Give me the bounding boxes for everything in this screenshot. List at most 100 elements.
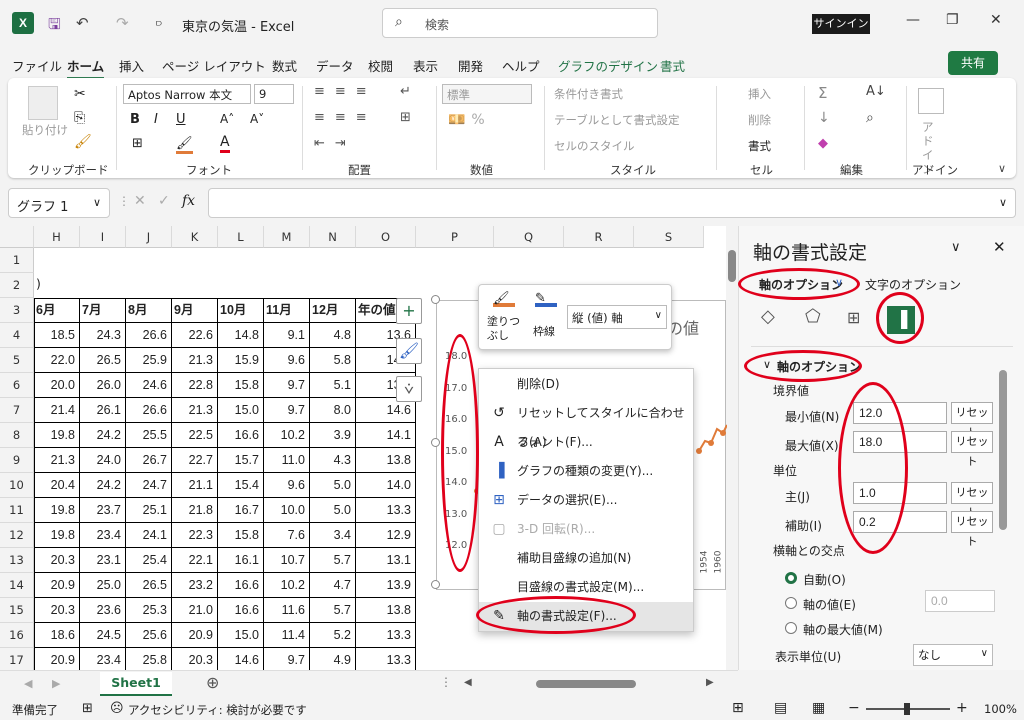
min-reset-button[interactable]: リセット xyxy=(951,402,993,439)
tab-data[interactable]: データ xyxy=(316,56,354,75)
paste-icon[interactable] xyxy=(28,86,58,120)
autosum-icon[interactable]: Σ xyxy=(818,84,827,102)
tab-chart-design[interactable]: グラフのデザイン xyxy=(558,56,658,75)
table-cell[interactable]: 14.0 xyxy=(356,473,416,498)
table-cell[interactable]: 15.4 xyxy=(218,473,264,498)
border-icon[interactable]: ⊞ xyxy=(132,136,143,151)
table-cell[interactable]: 16.6 xyxy=(218,598,264,623)
table-cell[interactable]: 24.1 xyxy=(126,523,172,548)
bold-icon[interactable]: B xyxy=(130,112,140,127)
table-cell[interactable]: 20.3 xyxy=(34,598,80,623)
table-cell[interactable]: 24.5 xyxy=(80,623,126,648)
context-menu-item[interactable]: ↺ リセットしてスタイルに合わせる(A) xyxy=(479,399,693,449)
table-cell[interactable]: 5.2 xyxy=(310,623,356,648)
table-cell[interactable]: 15.0 xyxy=(218,623,264,648)
tab-view[interactable]: 表示 xyxy=(413,56,438,75)
table-cell[interactable]: 25.4 xyxy=(126,548,172,573)
table-cell[interactable]: 20.0 xyxy=(34,373,80,398)
table-cell[interactable]: 23.7 xyxy=(80,498,126,523)
table-cell[interactable]: 4.8 xyxy=(310,323,356,348)
row-header[interactable]: 2 xyxy=(0,273,34,298)
table-cell[interactable]: 11.0 xyxy=(264,448,310,473)
row-header[interactable]: 14 xyxy=(0,573,34,598)
sheet-tab[interactable]: Sheet1 xyxy=(100,672,172,696)
column-header[interactable]: J xyxy=(126,226,172,248)
row-header[interactable]: 15 xyxy=(0,598,34,623)
chart-element-select[interactable]: 縦 (値) 軸 ∨ xyxy=(567,305,667,329)
table-cell[interactable]: 22.1 xyxy=(172,548,218,573)
table-cell[interactable]: 9.7 xyxy=(264,398,310,423)
size-properties-icon[interactable]: ⊞ xyxy=(847,308,860,327)
page-break-view-icon[interactable]: ▦ xyxy=(812,700,825,716)
search-box[interactable]: ⌕ 検索 xyxy=(382,8,658,38)
table-cell[interactable]: 21.0 xyxy=(172,598,218,623)
table-cell[interactable]: 24.6 xyxy=(126,373,172,398)
zoom-slider-thumb[interactable] xyxy=(904,703,910,715)
table-cell[interactable]: 23.1 xyxy=(80,548,126,573)
table-cell[interactable]: 22.5 xyxy=(172,423,218,448)
table-cell[interactable]: 5.1 xyxy=(310,373,356,398)
table-cell[interactable]: 22.8 xyxy=(172,373,218,398)
row-header[interactable]: 16 xyxy=(0,623,34,648)
find-icon[interactable]: ⌕ xyxy=(866,110,874,126)
table-cell[interactable]: 26.1 xyxy=(80,398,126,423)
fill-icon[interactable]: ↓ xyxy=(818,110,830,126)
table-cell[interactable]: 15.0 xyxy=(218,398,264,423)
cross-max-radio[interactable] xyxy=(785,622,797,634)
tab-insert[interactable]: 挿入 xyxy=(119,56,144,75)
number-format-icons[interactable]: 💴% xyxy=(448,112,491,128)
table-cell[interactable]: 13.1 xyxy=(356,548,416,573)
cell-style-button[interactable]: セルのスタイル xyxy=(554,138,635,154)
row-header[interactable]: 10 xyxy=(0,473,34,498)
table-header-cell[interactable]: 7月 xyxy=(80,298,126,323)
table-cell[interactable]: 9.6 xyxy=(264,348,310,373)
table-cell[interactable]: 10.2 xyxy=(264,573,310,598)
accessibility-status[interactable]: アクセシビリティ: 検討が必要です xyxy=(128,702,307,718)
table-cell[interactable]: 9.7 xyxy=(264,373,310,398)
share-button[interactable]: 共有 xyxy=(948,51,998,75)
table-cell[interactable]: 11.6 xyxy=(264,598,310,623)
context-menu-item[interactable]: ⊞ データの選択(E)... xyxy=(479,486,693,515)
table-cell[interactable]: 8.0 xyxy=(310,398,356,423)
chart-elements-icon[interactable]: + xyxy=(396,298,422,324)
minor-reset-button[interactable]: リセット xyxy=(951,511,993,548)
table-cell[interactable]: 15.8 xyxy=(218,523,264,548)
table-cell[interactable]: 10.7 xyxy=(264,548,310,573)
table-cell[interactable]: 4.7 xyxy=(310,573,356,598)
scroll-right-icon[interactable]: ▶ xyxy=(706,677,714,688)
format-cells-button[interactable]: 書式 xyxy=(748,138,771,154)
tab-review[interactable]: 校閲 xyxy=(368,56,393,75)
table-header-cell[interactable]: 8月 xyxy=(126,298,172,323)
font-size-select[interactable]: 9 xyxy=(254,84,294,104)
table-cell[interactable]: 9.6 xyxy=(264,473,310,498)
row-header[interactable]: 13 xyxy=(0,548,34,573)
table-cell[interactable]: 12.9 xyxy=(356,523,416,548)
table-cell[interactable]: 3.9 xyxy=(310,423,356,448)
table-cell[interactable]: 21.3 xyxy=(34,448,80,473)
row-header[interactable]: 11 xyxy=(0,498,34,523)
formula-input[interactable]: ∨ xyxy=(208,188,1016,218)
pane-scroll-thumb[interactable] xyxy=(999,370,1007,530)
table-cell[interactable]: 21.8 xyxy=(172,498,218,523)
indent-icons[interactable]: ⇤⇥ xyxy=(314,136,356,151)
table-cell[interactable]: 13.3 xyxy=(356,623,416,648)
table-cell[interactable]: 16.7 xyxy=(218,498,264,523)
table-cell[interactable]: 22.0 xyxy=(34,348,80,373)
clear-icon[interactable]: ◆ xyxy=(818,136,828,151)
horizontal-scroll-thumb[interactable] xyxy=(536,680,636,688)
scroll-thumb[interactable] xyxy=(728,250,736,282)
table-cell[interactable]: 25.0 xyxy=(80,573,126,598)
column-header[interactable]: I xyxy=(80,226,126,248)
table-cell[interactable]: 20.4 xyxy=(34,473,80,498)
table-cell[interactable]: 9.1 xyxy=(264,323,310,348)
tab-file[interactable]: ファイル xyxy=(12,56,62,75)
major-reset-button[interactable]: リセット xyxy=(951,482,993,519)
pane-options-chevron-icon[interactable]: ∨ xyxy=(951,240,961,255)
table-cell[interactable]: 15.8 xyxy=(218,373,264,398)
outline-button-label[interactable]: 枠線 xyxy=(533,323,555,339)
name-box[interactable]: グラフ 1 ∨ xyxy=(8,188,110,218)
save-icon[interactable]: 🖫 xyxy=(48,14,61,39)
undo-icon[interactable]: ↶ xyxy=(76,14,89,32)
row-header[interactable]: 4 xyxy=(0,323,34,348)
close-pane-icon[interactable]: ✕ xyxy=(993,238,1006,256)
